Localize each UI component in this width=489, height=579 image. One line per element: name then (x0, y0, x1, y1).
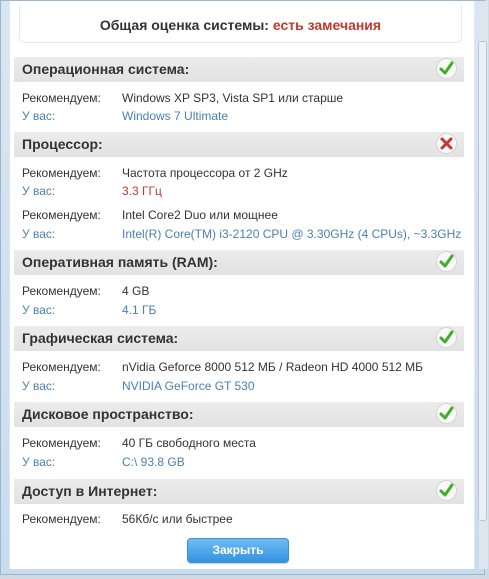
internet-recommended-row: Рекомендуем: 56Кб/с или быстрее (22, 511, 472, 528)
disk-yours-row: У вас: C:\ 93.8 GB (22, 454, 472, 471)
gpu-yours-value: NVIDIA GeForce GT 530 (122, 379, 255, 393)
section-header-ram: Оперативная память (RAM): (14, 250, 464, 275)
os-recommended-row: Рекомендуем: Windows XP SP3, Vista SP1 и… (22, 90, 472, 107)
cpu-freq-yours-row: У вас: 3.3 ГГц (22, 183, 472, 200)
yours-label: У вас: (22, 109, 56, 123)
ram-recommended-row: Рекомендуем: 4 GB (22, 283, 472, 300)
scrollbar-thumb[interactable] (478, 41, 487, 521)
section-header-os: Операционная система: (14, 57, 464, 82)
summary-status: есть замечания (272, 17, 382, 33)
os-yours-row: У вас: Windows 7 Ultimate (22, 108, 472, 125)
summary-label: Общая оценка системы: (99, 17, 269, 33)
recommended-label: Рекомендуем: (22, 360, 101, 374)
check-icon (436, 327, 457, 348)
yours-label: У вас: (22, 184, 56, 198)
recommended-label: Рекомендуем: (22, 208, 101, 222)
recommended-label: Рекомендуем: (22, 166, 101, 180)
cpu-model-recommended-row: Рекомендуем: Intel Core2 Duo или мощнее (22, 207, 472, 224)
recommended-label: Рекомендуем: (22, 91, 101, 105)
cpu-model-yours-row: У вас: Intel(R) Core(TM) i3-2120 CPU @ 3… (22, 226, 472, 243)
internet-recommended-value: 56Кб/с или быстрее (122, 512, 233, 526)
cpu-model-yours-value: Intel(R) Core(TM) i3-2120 CPU @ 3.30GHz … (122, 227, 462, 241)
cross-icon (436, 133, 457, 154)
gpu-recommended-value: nVidia Geforce 8000 512 МБ / Radeon HD 4… (122, 360, 424, 374)
section-title-gpu: Графическая система: (22, 330, 179, 346)
summary-box: Общая оценка системы: есть замечания (19, 5, 462, 43)
os-yours-value: Windows 7 Ultimate (122, 109, 229, 123)
cpu-freq-yours-value: 3.3 ГГц (122, 184, 162, 198)
ram-yours-value: 4.1 ГБ (122, 303, 157, 317)
section-header-gpu: Графическая система: (14, 326, 464, 351)
ram-recommended-value: 4 GB (122, 284, 150, 298)
recommended-label: Рекомендуем: (22, 436, 101, 450)
section-header-internet: Доступ в Интернет: (14, 479, 464, 504)
section-title-cpu: Процессор: (22, 136, 103, 152)
ram-yours-row: У вас: 4.1 ГБ (22, 302, 472, 319)
yours-label: У вас: (22, 455, 56, 469)
recommended-label: Рекомендуем: (22, 512, 101, 526)
gpu-recommended-row: Рекомендуем: nVidia Geforce 8000 512 МБ … (22, 359, 472, 376)
cpu-model-recommended-value: Intel Core2 Duo или мощнее (122, 208, 278, 222)
recommended-label: Рекомендуем: (22, 284, 101, 298)
disk-yours-value: C:\ 93.8 GB (122, 455, 185, 469)
disk-recommended-value: 40 ГБ свободного места (122, 436, 256, 450)
cpu-freq-recommended-row: Рекомендуем: Частота процессора от 2 GHz (22, 165, 472, 182)
disk-recommended-row: Рекомендуем: 40 ГБ свободного места (22, 435, 472, 452)
section-header-cpu: Процессор: (14, 132, 464, 157)
check-icon (436, 480, 457, 501)
check-icon (436, 58, 457, 79)
os-recommended-value: Windows XP SP3, Vista SP1 или старше (122, 91, 344, 105)
check-icon (436, 251, 457, 272)
section-title-ram: Оперативная память (RAM): (22, 254, 218, 270)
section-title-disk: Дисковое пространство: (22, 406, 194, 422)
yours-label: У вас: (22, 227, 56, 241)
yours-label: У вас: (22, 303, 56, 317)
check-icon (436, 403, 457, 424)
yours-label: У вас: (22, 379, 56, 393)
cpu-freq-recommended-value: Частота процессора от 2 GHz (122, 166, 288, 180)
gpu-yours-row: У вас: NVIDIA GeForce GT 530 (22, 378, 472, 395)
section-header-disk: Дисковое пространство: (14, 402, 464, 427)
requirements-dialog: Общая оценка системы: есть замечания Опе… (0, 0, 488, 575)
section-title-internet: Доступ в Интернет: (22, 483, 158, 499)
section-title-os: Операционная система: (22, 61, 190, 77)
close-button[interactable]: Закрыть (187, 538, 289, 563)
